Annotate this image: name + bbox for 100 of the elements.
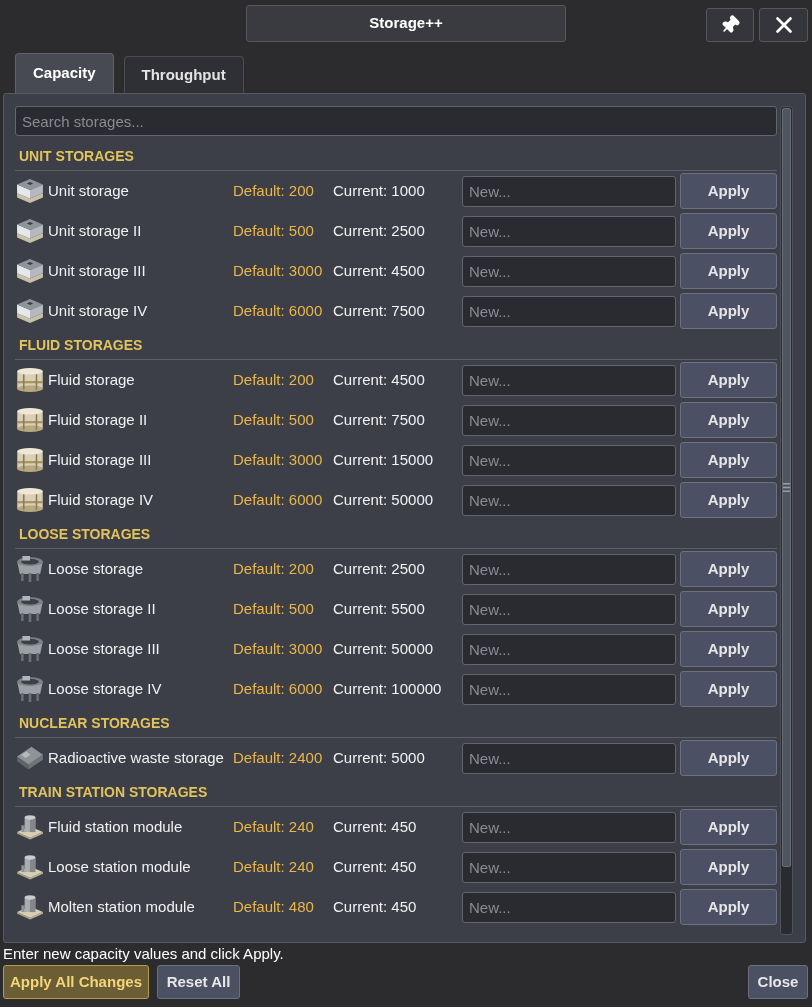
default-value: Default: 500 [233, 598, 314, 619]
apply-button[interactable]: Apply [680, 631, 777, 667]
current-value: Current: 5500 [333, 598, 425, 619]
apply-button[interactable]: Apply [680, 253, 777, 289]
apply-button[interactable]: Apply [680, 591, 777, 627]
apply-button[interactable]: Apply [680, 740, 777, 776]
input-field[interactable]: New... [462, 444, 676, 476]
hopper-icon [16, 636, 44, 662]
apply-button[interactable]: Apply [680, 213, 777, 249]
current-value: Current: 7500 [333, 409, 425, 430]
apply-button[interactable]: Apply [680, 482, 777, 518]
current-value: Current: 5000 [333, 747, 425, 768]
apply-button[interactable]: Apply [680, 402, 777, 438]
apply-button[interactable]: Apply [680, 849, 777, 885]
apply-button[interactable]: Apply [680, 551, 777, 587]
current-value: Current: 450 [333, 816, 417, 837]
input-field[interactable]: New... [462, 404, 676, 436]
window-title: Storage++ [246, 5, 566, 42]
section-title: UNIT STORAGES [19, 148, 134, 164]
storage-name: Loose storage III [48, 638, 160, 659]
current-value: Current: 2500 [333, 558, 425, 579]
storage-name: Fluid storage [48, 369, 135, 390]
default-value: Default: 200 [233, 180, 314, 201]
tank-icon [16, 407, 44, 433]
input-field[interactable]: New... [462, 553, 676, 585]
storage-name: Fluid storage IV [48, 489, 154, 510]
default-value: Default: 200 [233, 369, 314, 390]
input-field[interactable]: New... [462, 215, 676, 247]
current-value: Current: 7500 [333, 300, 425, 321]
default-value: Default: 200 [233, 558, 314, 579]
hint-text: Enter new capacity values and click Apply. [3, 944, 284, 964]
crate-icon [16, 298, 44, 324]
apply-button[interactable]: Apply [680, 889, 777, 925]
close-icon-button[interactable] [759, 8, 808, 42]
current-value: Current: 4500 [333, 260, 425, 281]
apply-button[interactable]: Apply [680, 809, 777, 845]
input-field[interactable]: New... [462, 673, 676, 705]
current-value: Current: 100000 [333, 678, 442, 699]
search-field[interactable]: Search storages... [15, 106, 777, 136]
crate-icon [16, 258, 44, 284]
input-field[interactable]: New... [462, 175, 676, 207]
input-field[interactable]: New... [462, 484, 676, 516]
default-value: Default: 240 [233, 856, 314, 877]
storage-name: Unit storage II [48, 220, 142, 241]
input-field[interactable]: New... [462, 811, 676, 843]
apply-button[interactable]: Apply [680, 442, 777, 478]
section-title: FLUID STORAGES [19, 337, 143, 353]
apply-button[interactable]: Apply [680, 173, 777, 209]
storage-name: Unit storage III [48, 260, 146, 281]
tank-icon [16, 367, 44, 393]
storage-name: Fluid storage II [48, 409, 148, 430]
default-value: Default: 480 [233, 896, 314, 917]
storage-name: Fluid storage III [48, 449, 152, 470]
tank-icon [16, 487, 44, 513]
storage-name: Fluid station module [48, 816, 183, 837]
input-field[interactable]: New... [462, 364, 676, 396]
building-icon [16, 894, 44, 920]
input-field[interactable]: New... [462, 851, 676, 883]
default-value: Default: 6000 [233, 678, 323, 699]
current-value: Current: 15000 [333, 449, 434, 470]
hopper-icon [16, 676, 44, 702]
close-button[interactable]: Close [748, 965, 808, 999]
default-value: Default: 6000 [233, 300, 323, 321]
building-icon [16, 814, 44, 840]
current-value: Current: 450 [333, 856, 417, 877]
input-field[interactable]: New... [462, 633, 676, 665]
input-field[interactable]: New... [462, 593, 676, 625]
apply-button[interactable]: Apply [680, 362, 777, 398]
section-title: LOOSE STORAGES [19, 526, 151, 542]
apply-button[interactable]: Apply [680, 671, 777, 707]
tab[interactable]: Capacity [15, 53, 114, 93]
tank-icon [16, 447, 44, 473]
section-title: NUCLEAR STORAGES [19, 715, 170, 731]
input-field[interactable]: New... [462, 891, 676, 923]
crate-icon [16, 218, 44, 244]
section-title: TRAIN STATION STORAGES [19, 784, 208, 800]
reset-button[interactable]: Reset All [157, 965, 240, 999]
current-value: Current: 50000 [333, 638, 434, 659]
storage-name: Molten station module [48, 896, 195, 917]
storage-name: Loose station module [48, 856, 191, 877]
input-field[interactable]: New... [462, 742, 676, 774]
storage-name: Unit storage [48, 180, 129, 201]
input-field[interactable]: New... [462, 255, 676, 287]
apply-all-button[interactable]: Apply All Changes [3, 965, 149, 999]
current-value: Current: 50000 [333, 489, 434, 510]
scrollbar-thumb[interactable] [782, 108, 791, 867]
apply-button[interactable]: Apply [680, 293, 777, 329]
grip-icon [783, 483, 790, 492]
default-value: Default: 6000 [233, 489, 323, 510]
default-value: Default: 3000 [233, 260, 323, 281]
pin-button[interactable] [706, 8, 754, 42]
current-value: Current: 4500 [333, 369, 425, 390]
default-value: Default: 240 [233, 816, 314, 837]
current-value: Current: 2500 [333, 220, 425, 241]
storage-name: Radioactive waste storage [48, 747, 224, 768]
input-field[interactable]: New... [462, 295, 676, 327]
hopper-icon [16, 556, 44, 582]
tab[interactable]: Throughput [123, 56, 244, 93]
current-value: Current: 1000 [333, 180, 425, 201]
storage-name: Loose storage [48, 558, 144, 579]
